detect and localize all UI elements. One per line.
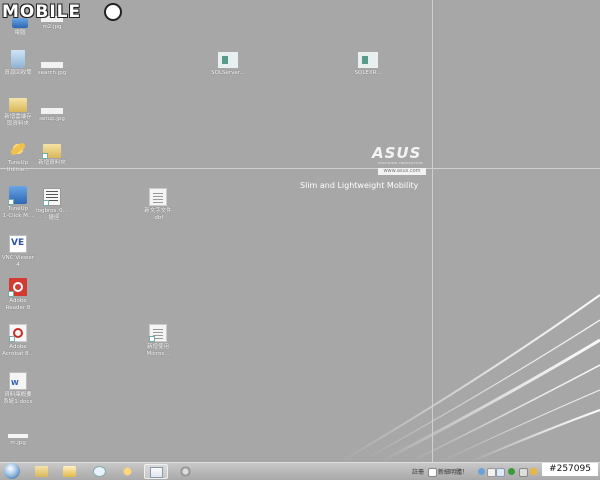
desktop-icon-recycle-bin[interactable]: 資源回收筒 bbox=[0, 50, 36, 77]
word-doc-icon bbox=[150, 467, 163, 478]
taskbar-app-settings[interactable] bbox=[174, 464, 198, 479]
tray-input-label[interactable]: 註冊 bbox=[412, 467, 424, 476]
crosshair-horizontal bbox=[0, 168, 600, 169]
watermark-logo-icon bbox=[104, 3, 122, 21]
desktop-icon-sqlserver-1[interactable]: SQLServer... bbox=[210, 50, 246, 77]
start-button[interactable] bbox=[4, 463, 20, 479]
desktop-icon-tuneup-1click[interactable]: TuneUp 1-Click M... bbox=[0, 186, 36, 220]
input-method-icon[interactable] bbox=[428, 468, 437, 477]
desktop-icon-logbros[interactable]: logbros_0... - 捷徑 bbox=[34, 188, 70, 222]
desktop-icon-adobe-acrobat[interactable]: Adobe Acrobat 8... bbox=[0, 324, 36, 358]
spreadsheet-icon bbox=[43, 188, 61, 206]
desktop-icon-new-microsoft-file[interactable]: 新增使用 Micros... bbox=[140, 324, 176, 358]
brand-logo-subtitle: INSPIRING INNOVATION bbox=[378, 161, 423, 165]
text-file-icon bbox=[149, 188, 167, 206]
sql-icon bbox=[358, 52, 378, 68]
image-file-icon bbox=[8, 434, 28, 438]
brand-tagline: Slim and Lightweight Mobility bbox=[300, 181, 419, 190]
language-icon[interactable] bbox=[478, 468, 485, 475]
network-icon[interactable] bbox=[508, 468, 515, 475]
icon-label: SQLServer... bbox=[211, 70, 245, 76]
watermark-text: MOBILE bbox=[2, 2, 82, 22]
icon-label: Adobe Acrobat 8... bbox=[2, 344, 34, 357]
icon-label: Adobe Reader 8 bbox=[5, 298, 31, 311]
icon-label: 新文字文件 .dbf bbox=[144, 208, 172, 221]
desktop-icon-search-jpg[interactable]: search.jpg bbox=[34, 56, 70, 77]
adobe-reader-icon bbox=[8, 278, 27, 297]
flag-icon[interactable] bbox=[530, 468, 537, 475]
word-doc-icon bbox=[9, 372, 27, 390]
tray-app-label[interactable]: 新細明體！ bbox=[438, 467, 468, 476]
icon-label: VNC Viewer 4 bbox=[1, 255, 35, 268]
icon-label: TuneUp Utilitie... bbox=[6, 160, 30, 173]
brand-logo-text: ASUS bbox=[372, 144, 422, 162]
icon-label: SQLEXR... bbox=[354, 70, 382, 76]
media-player-icon bbox=[63, 466, 76, 477]
watermark-badge: #257095 bbox=[542, 463, 598, 476]
desktop-icon-m-jpg[interactable]: m.jpg bbox=[0, 424, 36, 447]
desktop-icon-vnc-viewer[interactable]: VNC Viewer 4 bbox=[0, 235, 36, 269]
icon-label: logbros_0... - 捷徑 bbox=[36, 208, 68, 221]
tuneup-icon bbox=[121, 466, 134, 477]
desktop-icon-adobe-reader[interactable]: Adobe Reader 8 bbox=[0, 278, 36, 312]
wallpaper-streaks bbox=[339, 294, 600, 462]
brand-logo: ASUS INSPIRING INNOVATION bbox=[372, 144, 428, 166]
desktop-icon-new-text[interactable]: 新文字文件 .dbf bbox=[140, 188, 176, 222]
crosshair-vertical bbox=[432, 0, 433, 462]
icon-label: 電腦 bbox=[14, 30, 26, 36]
desktop-icon-new-cloud-folder[interactable]: 新增雲端存 取資料夾 bbox=[0, 94, 36, 128]
icon-label: 資源回收筒 bbox=[4, 70, 32, 76]
folder-icon bbox=[42, 144, 61, 159]
desktop-icon-word-document[interactable]: 資料庫概要 系統1.docx bbox=[0, 372, 36, 406]
folder-icon bbox=[9, 98, 27, 112]
icon-label: TuneUp 1-Click M... bbox=[2, 206, 34, 219]
gear-icon bbox=[179, 466, 192, 477]
vnc-viewer-icon bbox=[9, 235, 27, 253]
control-panel-icon bbox=[93, 466, 106, 477]
taskbar-app-media-player[interactable] bbox=[58, 464, 82, 479]
recycle-bin-icon bbox=[11, 50, 25, 68]
tuneup-icon bbox=[9, 140, 27, 158]
icon-label: m.jpg bbox=[10, 440, 26, 446]
icon-label: 新增資料夾 bbox=[38, 160, 66, 166]
desktop-icon-tuneup-utilities[interactable]: TuneUp Utilitie... bbox=[0, 140, 36, 174]
document-icon bbox=[149, 324, 167, 342]
volume-icon[interactable] bbox=[519, 468, 528, 477]
icon-label: 新增使用 Micros... bbox=[146, 344, 170, 357]
site-watermark: MOBILE bbox=[2, 1, 130, 25]
brand-url: www.asus.com bbox=[378, 168, 426, 175]
icon-label: search.jpg bbox=[37, 70, 67, 76]
taskbar-app-explorer[interactable] bbox=[30, 464, 54, 479]
icon-label: setup.jpg bbox=[39, 116, 65, 122]
desktop: 電腦 資源回收筒 新增雲端存 取資料夾 TuneUp Utilitie... T… bbox=[0, 0, 600, 462]
image-file-icon bbox=[41, 108, 63, 114]
taskbar-app-tuneup[interactable] bbox=[116, 464, 140, 479]
taskbar-app-control-panel[interactable] bbox=[88, 464, 112, 479]
desktop-icon-new-folder[interactable]: 新增資料夾 bbox=[34, 140, 70, 167]
tuneup-1click-icon bbox=[8, 186, 27, 205]
desktop-icon-setup-jpg[interactable]: setup.jpg bbox=[34, 102, 70, 123]
adobe-acrobat-icon bbox=[9, 324, 27, 342]
image-file-icon bbox=[41, 62, 63, 68]
desktop-icon-sqlserver-2[interactable]: SQLEXR... bbox=[350, 50, 386, 77]
icon-label: 新增雲端存 取資料夾 bbox=[4, 114, 32, 127]
taskbar: 註冊 新細明體！ bbox=[0, 462, 600, 480]
taskbar-app-word-document[interactable] bbox=[144, 464, 168, 479]
icon-label: m2.jpg bbox=[42, 24, 62, 30]
keyboard-icon[interactable] bbox=[496, 468, 505, 477]
folder-icon bbox=[35, 466, 48, 477]
icon-label: 資料庫概要 系統1.docx bbox=[3, 392, 33, 405]
sql-icon bbox=[218, 52, 238, 68]
help-icon[interactable] bbox=[487, 468, 496, 477]
